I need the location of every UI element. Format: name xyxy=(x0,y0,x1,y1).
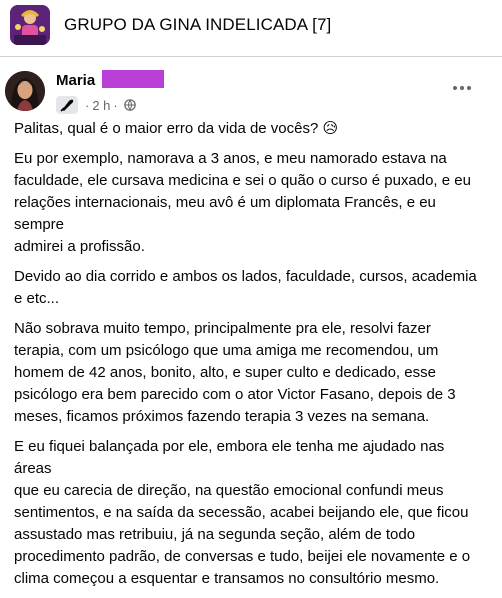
name-redaction xyxy=(102,70,164,88)
post-meta: · 2 h · xyxy=(56,95,136,115)
more-options-button[interactable] xyxy=(450,78,474,98)
meta-separator: · xyxy=(85,97,90,113)
more-options-icon xyxy=(453,86,471,90)
post-paragraph-4: Não sobrava muito tempo, principalmente … xyxy=(14,320,456,425)
post-body: Palitas, qual é o maior erro da vida de … xyxy=(14,118,484,598)
group-avatar[interactable] xyxy=(10,5,50,45)
post-timestamp[interactable]: 2 h xyxy=(92,98,110,113)
quill-pen-icon[interactable] xyxy=(56,96,78,114)
globe-icon[interactable] xyxy=(123,99,136,111)
group-title[interactable]: GRUPO DA GINA INDELICADA [7] xyxy=(64,15,331,35)
post-paragraph-3: Devido ao dia corrido e ambos os lados, … xyxy=(14,268,477,307)
author-avatar[interactable] xyxy=(5,71,45,111)
post-paragraph-5: E eu fiquei balançada por ele, embora el… xyxy=(14,438,471,587)
meta-separator-2: · xyxy=(113,97,118,113)
post-paragraph-1: Palitas, qual é o maior erro da vida de … xyxy=(14,120,339,137)
group-header: GRUPO DA GINA INDELICADA [7] xyxy=(0,0,502,56)
profile-photo xyxy=(5,71,45,111)
post-paragraph-2: Eu por exemplo, namorava a 3 anos, e meu… xyxy=(14,150,471,255)
author-name[interactable]: Maria xyxy=(56,72,95,89)
group-avatar-image xyxy=(10,5,50,45)
header-divider xyxy=(0,56,502,57)
